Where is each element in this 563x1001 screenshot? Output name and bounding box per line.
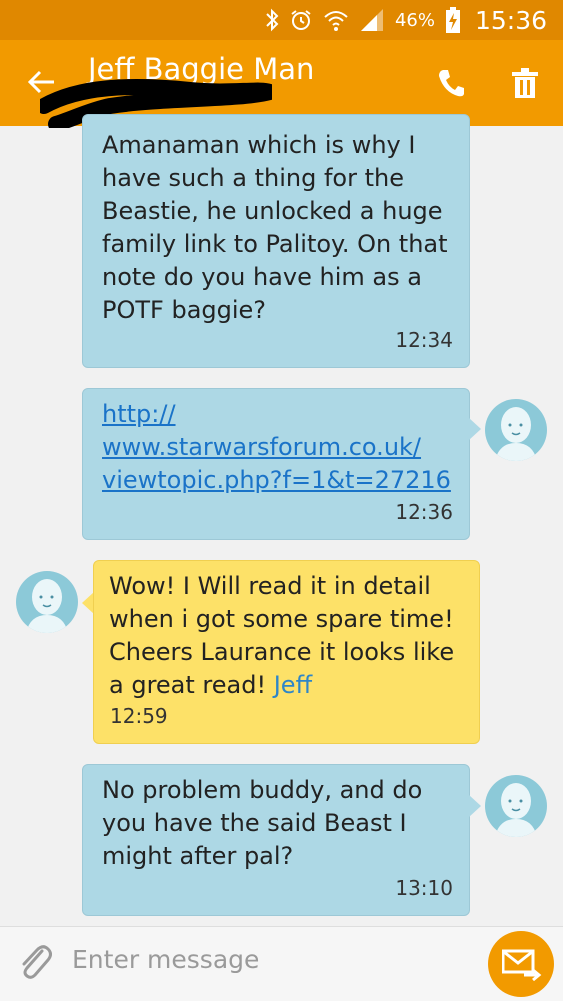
message-incoming[interactable]: Wow! I Will read it in detail when i got…: [93, 560, 480, 744]
bubble-tail: [469, 418, 481, 440]
wifi-icon: [323, 9, 349, 31]
alarm-icon: [289, 8, 313, 32]
person-icon: [495, 407, 537, 461]
send-button[interactable]: [488, 931, 554, 997]
status-bar: 46% 15:36: [0, 0, 563, 40]
message-text: Amanaman which is why I have such a thin…: [102, 131, 448, 324]
avatar[interactable]: [16, 571, 78, 633]
battery-charging-icon: [445, 7, 461, 33]
message-time: 12:36: [395, 500, 453, 524]
message-link[interactable]: http:// www.starwarsforum.co.uk/ viewtop…: [102, 398, 451, 497]
message-time: 13:10: [395, 876, 453, 900]
person-icon: [495, 783, 537, 837]
paperclip-icon[interactable]: [18, 941, 52, 981]
battery-percent: 46%: [394, 9, 435, 31]
message-text: Wow! I Will read it in detail when i got…: [109, 570, 461, 702]
message-outgoing[interactable]: Amanaman which is why I have such a thin…: [82, 114, 470, 368]
message-outgoing[interactable]: http:// www.starwarsforum.co.uk/ viewtop…: [82, 388, 470, 540]
bubble-tail: [469, 795, 481, 817]
message-signature: Jeff: [273, 671, 313, 699]
signal-icon: [359, 9, 385, 31]
status-icons: 46% 15:36: [265, 0, 547, 40]
message-outgoing[interactable]: No problem buddy, and do you have the sa…: [82, 764, 470, 916]
composer-bar: Enter message: [0, 926, 563, 1001]
message-time: 12:34: [395, 328, 453, 352]
message-time: 12:59: [110, 704, 168, 728]
trash-icon[interactable]: [512, 68, 538, 98]
message-text: No problem buddy, and do you have the sa…: [102, 776, 423, 870]
avatar[interactable]: [485, 775, 547, 837]
phone-icon[interactable]: [437, 68, 465, 98]
clock: 15:36: [474, 5, 547, 35]
avatar[interactable]: [485, 399, 547, 461]
message-input[interactable]: Enter message: [72, 945, 259, 974]
person-icon: [26, 579, 68, 633]
send-icon: [502, 949, 542, 981]
bluetooth-icon: [265, 8, 279, 32]
